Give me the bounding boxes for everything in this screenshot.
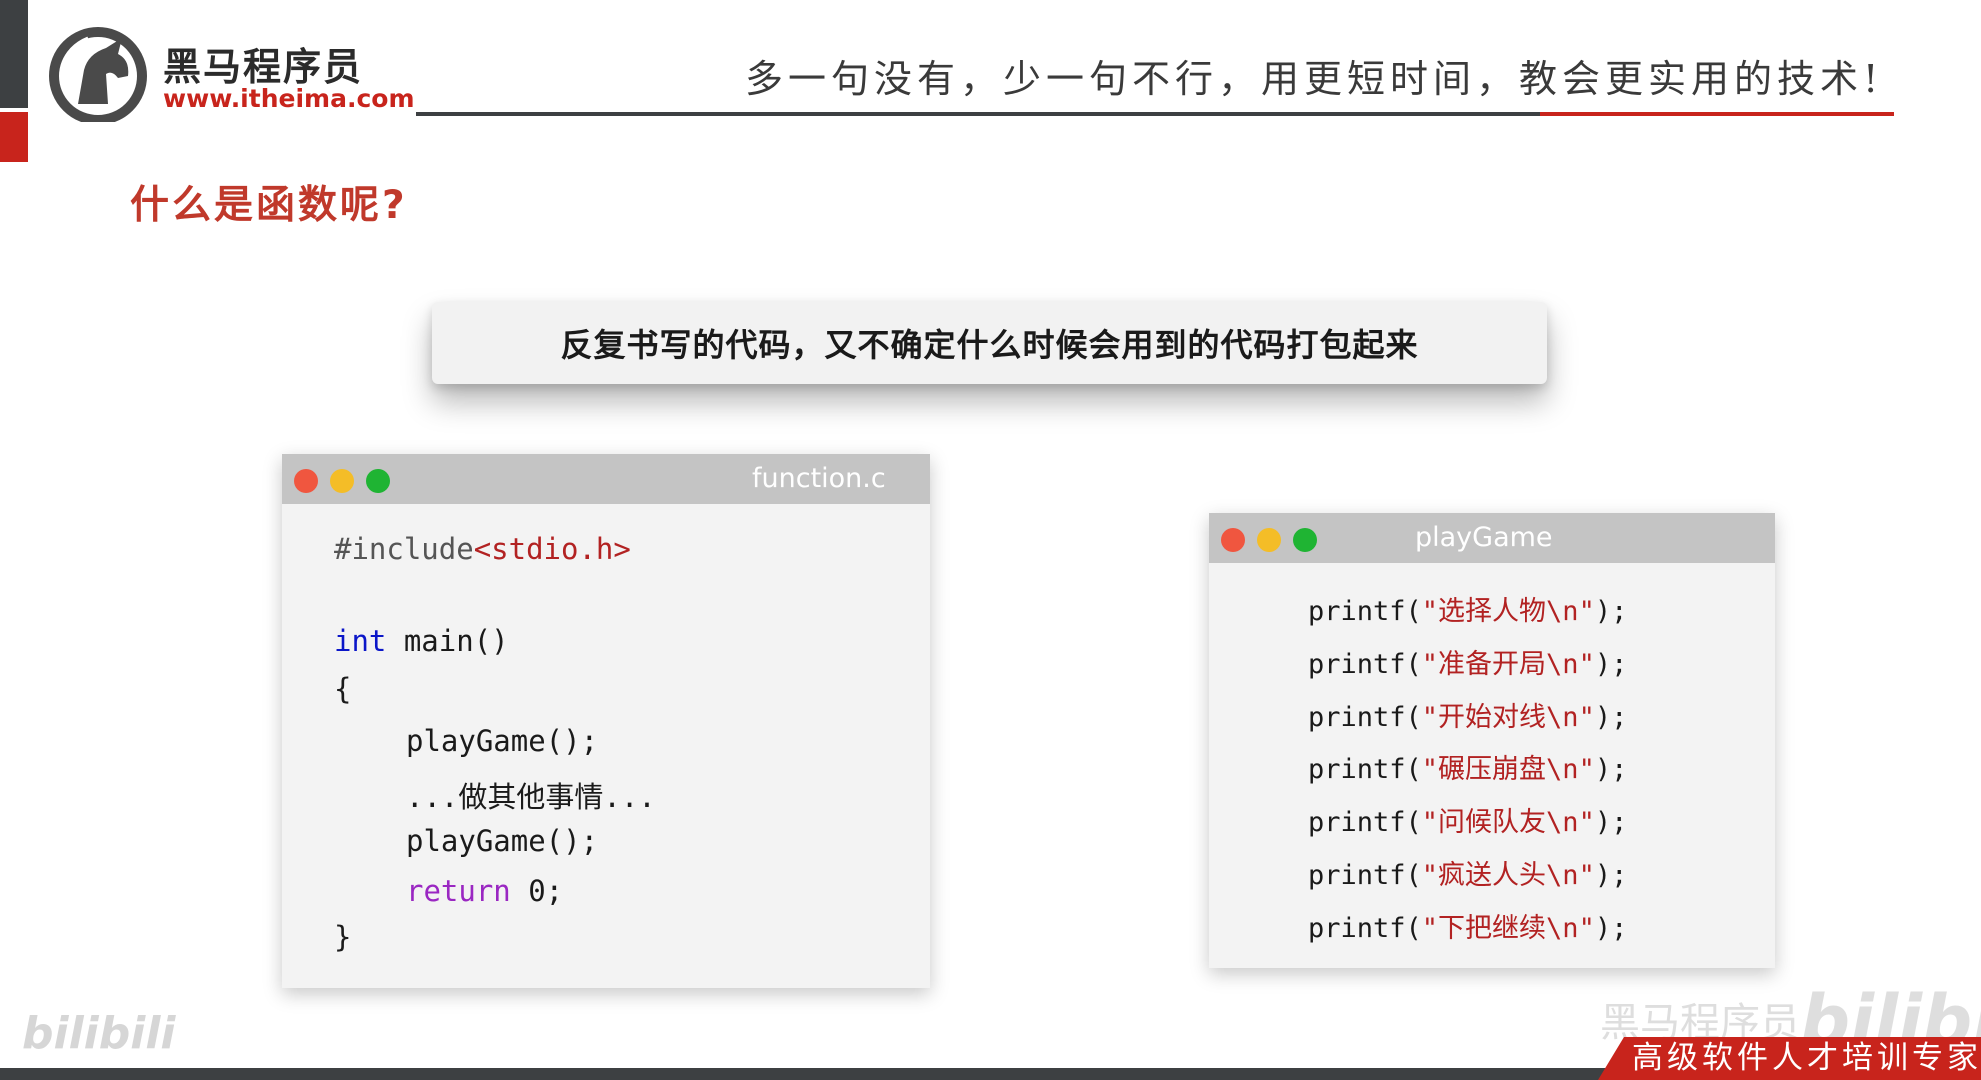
return-keyword: return — [406, 874, 511, 908]
brand-logo: 黑马程序员 www.itheima.com — [48, 26, 415, 122]
banner-text: 反复书写的代码，又不确定什么时候会用到的代码打包起来 — [560, 326, 1419, 364]
printf-line: printf("碾压崩盘\n"); — [1308, 747, 1627, 786]
printf-string: "下把继续\n" — [1421, 913, 1595, 944]
printf-string: "准备开局\n" — [1421, 649, 1595, 680]
code-window-function-c: function.c #include<stdio.h> int main() … — [282, 454, 930, 988]
code-line-include: #include<stdio.h> — [334, 532, 631, 566]
minimize-dot-icon[interactable] — [330, 469, 354, 493]
left-accent-bar-red — [0, 112, 28, 162]
close-dot-icon[interactable] — [1221, 528, 1245, 552]
minimize-dot-icon[interactable] — [1257, 528, 1281, 552]
code-line-call-1: playGame(); — [406, 724, 599, 758]
printf-string: "问候队友\n" — [1421, 807, 1595, 838]
code-line-return: return 0; — [406, 874, 563, 908]
window-title: function.c — [752, 463, 886, 494]
printf-end: ); — [1594, 754, 1628, 785]
printf-call: printf( — [1308, 702, 1422, 733]
printf-string: "碾压崩盘\n" — [1421, 754, 1595, 785]
printf-call: printf( — [1308, 807, 1422, 838]
printf-line: printf("下把继续\n"); — [1308, 906, 1627, 945]
include-header: <stdio.h> — [473, 532, 631, 566]
include-directive: #include — [334, 532, 474, 566]
bilibili-watermark-left: bilibili — [22, 1008, 176, 1059]
left-accent-bar-dark — [0, 0, 28, 108]
page-title: 什么是函数呢? — [130, 183, 408, 228]
header-slogan: 多一句没有，少一句不行，用更短时间，教会更实用的技术! — [745, 57, 1884, 101]
printf-call: printf( — [1308, 596, 1422, 627]
window-titlebar: function.c — [282, 454, 930, 504]
printf-end: ); — [1594, 649, 1628, 680]
window-titlebar: playGame — [1209, 513, 1775, 563]
printf-line: printf("问候队友\n"); — [1308, 800, 1627, 839]
printf-end: ); — [1594, 596, 1628, 627]
printf-end: ); — [1594, 807, 1628, 838]
logo-name: 黑马程序员 — [163, 45, 364, 89]
main-signature: main() — [386, 624, 509, 658]
logo-url: www.itheima.com — [163, 84, 415, 113]
code-line-open-brace: { — [334, 672, 352, 706]
code-line-other-work: ...做其他事情... — [406, 780, 656, 814]
printf-line: printf("准备开局\n"); — [1308, 642, 1627, 681]
code-line-call-2: playGame(); — [406, 824, 599, 858]
code-line-close-brace: } — [334, 920, 352, 954]
printf-line: printf("疯送人头\n"); — [1308, 853, 1627, 892]
printf-call: printf( — [1308, 649, 1422, 680]
maximize-dot-icon[interactable] — [1293, 528, 1317, 552]
horse-logo-icon — [49, 27, 147, 122]
int-keyword: int — [334, 624, 387, 658]
code-line-main: int main() — [334, 624, 509, 658]
footer-text: 高级软件人才培训专家 — [1632, 1040, 1981, 1076]
printf-call: printf( — [1308, 754, 1422, 785]
printf-line: printf("开始对线\n"); — [1308, 695, 1627, 734]
printf-line: printf("选择人物\n"); — [1308, 589, 1627, 628]
header-rule-dark — [416, 112, 1540, 116]
printf-string: "选择人物\n" — [1421, 596, 1595, 627]
maximize-dot-icon[interactable] — [366, 469, 390, 493]
printf-string: "疯送人头\n" — [1421, 860, 1595, 891]
printf-string: "开始对线\n" — [1421, 702, 1595, 733]
return-value: 0; — [510, 874, 564, 908]
header-rule-red — [1540, 112, 1894, 116]
printf-call: printf( — [1308, 913, 1422, 944]
printf-call: printf( — [1308, 860, 1422, 891]
printf-end: ); — [1594, 702, 1628, 733]
printf-end: ); — [1594, 913, 1628, 944]
window-title: playGame — [1415, 522, 1553, 553]
close-dot-icon[interactable] — [294, 469, 318, 493]
printf-end: ); — [1594, 860, 1628, 891]
code-window-playgame: playGame printf("选择人物\n"); printf("准备开局\… — [1209, 513, 1775, 968]
definition-banner: 反复书写的代码，又不确定什么时候会用到的代码打包起来 — [432, 302, 1547, 384]
